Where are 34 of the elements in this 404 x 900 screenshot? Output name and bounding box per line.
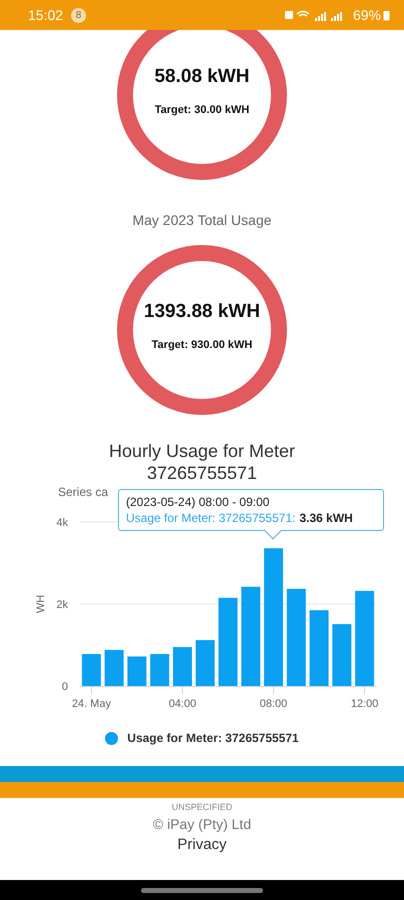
gauge-value: 58.08 kWH [154, 66, 250, 88]
copyright-text: © iPay (Pty) Ltd [152, 816, 252, 832]
y-axis-label: 0 [62, 681, 68, 693]
x-axis-label: 24. May [72, 698, 111, 710]
x-axis-label: 04:00 [168, 698, 196, 710]
chart-bar [104, 650, 124, 686]
chart-title: Hourly Usage for Meter [108, 440, 296, 462]
chart-bar [127, 656, 146, 686]
x-axis-label: 12:00 [350, 698, 378, 710]
gauge-target: Target: 30.00 kWH [154, 104, 250, 116]
notification-badge: 8 [71, 8, 86, 22]
tooltip-series: Usage for Meter: 37265755571: [126, 511, 296, 525]
meter-number: 37265755571 [146, 462, 258, 484]
gauge-caption: May 2023 Total Usage [132, 211, 272, 230]
x-axis-label: 08:00 [260, 698, 288, 710]
privacy-link[interactable]: Privacy [177, 836, 227, 853]
y-axis-label: 4k [56, 517, 68, 529]
y-axis-label: 2k [56, 599, 68, 611]
chart-subtitle: Series ca [58, 484, 108, 500]
tooltip-title: (2023-05-24) 08:00 - 09:00 [126, 494, 270, 510]
chart-bar [82, 654, 101, 686]
home-handle[interactable] [141, 888, 263, 892]
battery-level: 69% [352, 7, 381, 23]
chart-bar [172, 647, 192, 686]
y-axis-title: WH [35, 594, 47, 614]
gauge-value: 1393.88 kWH [144, 301, 260, 323]
chart-bar [332, 624, 352, 686]
tooltip-value: 3.36 kWH [299, 511, 353, 525]
chart-bar [150, 654, 170, 686]
environment-label: UNSPECIFIED [172, 802, 232, 812]
battery-icon [383, 10, 390, 20]
clock-time: 15:02 [28, 7, 64, 23]
chart-bar [196, 640, 215, 686]
gauge-target: Target: 930.00 kWH [152, 339, 252, 351]
